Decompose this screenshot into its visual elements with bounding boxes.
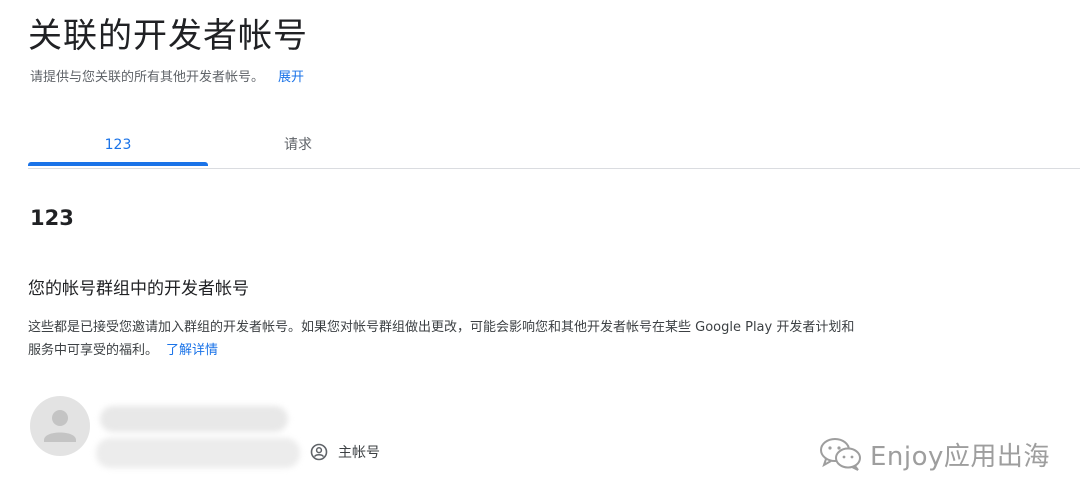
- account-role: 主帐号: [310, 442, 380, 462]
- wechat-icon: [820, 438, 861, 471]
- account-circle-icon: [310, 443, 328, 461]
- redacted-account-name: [100, 406, 288, 432]
- account-avatar: [30, 396, 90, 456]
- page-subtitle: 请提供与您关联的所有其他开发者帐号。 展开: [30, 66, 304, 85]
- group-description-line-2: 服务中可享受的福利。 了解详情: [28, 339, 1058, 362]
- watermark-text: Enjoy应用出海: [870, 441, 1050, 472]
- tab-label: 123: [104, 137, 132, 153]
- page-title: 关联的开发者帐号: [28, 16, 308, 56]
- tab-label: 请求: [284, 137, 312, 153]
- group-description-text: 服务中可享受的福利。: [28, 343, 159, 358]
- active-tab-indicator: [28, 162, 208, 166]
- tab-bar: 123 请求: [28, 124, 1080, 169]
- tab-123[interactable]: 123: [28, 124, 208, 166]
- redacted-account-id: [96, 438, 300, 468]
- expand-link[interactable]: 展开: [278, 70, 304, 85]
- group-description-line-1: 这些都是已接受您邀请加入群组的开发者帐号。如果您对帐号群组做出更改，可能会影响您…: [28, 320, 855, 335]
- learn-more-link[interactable]: 了解详情: [166, 343, 218, 358]
- role-label: 主帐号: [338, 445, 380, 461]
- group-description: 这些都是已接受您邀请加入群组的开发者帐号。如果您对帐号群组做出更改，可能会影响您…: [28, 316, 1058, 362]
- subtitle-text: 请提供与您关联的所有其他开发者帐号。: [30, 70, 265, 85]
- watermark: Enjoy应用出海: [818, 434, 1050, 474]
- section-heading: 123: [30, 206, 74, 230]
- group-title: 您的帐号群组中的开发者帐号: [28, 279, 249, 299]
- person-icon: [44, 410, 76, 442]
- tab-requests[interactable]: 请求: [208, 124, 388, 166]
